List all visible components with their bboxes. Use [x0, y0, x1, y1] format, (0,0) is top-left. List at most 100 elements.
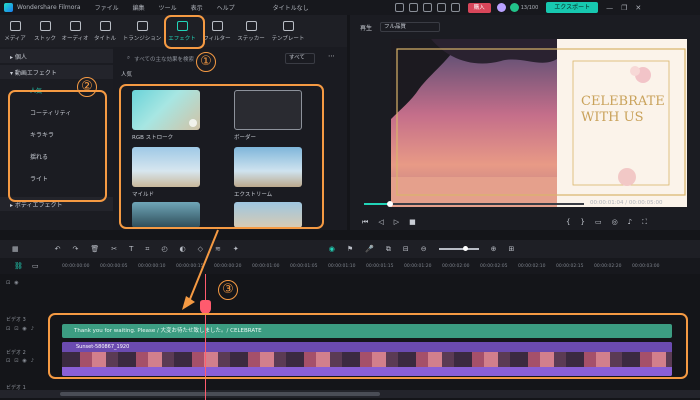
ruler-tick: 00:00:01:10: [328, 264, 356, 269]
layout-icon[interactable]: ▦: [12, 245, 19, 253]
track-audio-icon[interactable]: ♪: [31, 326, 34, 332]
fullscreen-icon[interactable]: ⛶: [642, 218, 647, 227]
credit-icon[interactable]: [509, 3, 519, 12]
avatar[interactable]: [496, 3, 506, 12]
project-title: タイトルなし: [272, 5, 309, 12]
horizontal-scrollbar[interactable]: [0, 390, 700, 398]
preview-frame-svg: CELEBRATE WITH US: [391, 39, 687, 207]
snap-icon[interactable]: ⧉: [386, 245, 391, 254]
canvas-text-with-us: WITH US: [581, 110, 644, 125]
ai-icon[interactable]: ✦: [233, 245, 239, 253]
menu-help[interactable]: ヘルプ: [217, 3, 235, 12]
text-icon[interactable]: T: [129, 245, 133, 253]
timeline-ruler[interactable]: ⛓ ▭ 00:00:00:00 00:00:00:05 00:00:00:10 …: [0, 258, 700, 274]
duration-time: 00:00:05:00: [628, 200, 663, 206]
render-icon[interactable]: ◉: [329, 245, 335, 253]
monitor-icon[interactable]: [422, 3, 432, 12]
track-eye-icon[interactable]: ◉: [14, 280, 18, 286]
ruler-tick: 00:00:01:15: [366, 264, 394, 269]
display-icon[interactable]: ▭: [595, 218, 602, 227]
tab-stock[interactable]: ストック: [30, 15, 60, 47]
preview-scrubber[interactable]: [364, 201, 584, 207]
preview-canvas[interactable]: CELEBRATE WITH US: [391, 39, 687, 207]
close-icon[interactable]: ✕: [635, 4, 641, 12]
category-video-effects[interactable]: ▾ 動画エフェクト: [0, 65, 113, 79]
playback-controls: ⏮ ◁ ▷ ■: [362, 218, 416, 227]
track-lock-icon[interactable]: ⊡: [6, 280, 10, 286]
zoom-handle[interactable]: [462, 246, 468, 251]
menu-file[interactable]: ファイル: [95, 3, 119, 12]
zoom-slider[interactable]: [438, 246, 479, 251]
audio-icon[interactable]: ♪: [628, 218, 632, 227]
ruler-tick: 00:00:00:00: [62, 264, 90, 269]
grid-icon[interactable]: ⊞: [508, 245, 514, 253]
stop-icon[interactable]: ■: [409, 218, 416, 227]
more-icon[interactable]: ⋯: [328, 52, 335, 60]
undo-icon[interactable]: ↶: [55, 245, 61, 253]
speaker-icon[interactable]: [394, 3, 404, 12]
tab-audio[interactable]: オーディオ: [60, 15, 90, 47]
track-manage-icon[interactable]: ▭: [32, 262, 39, 270]
timecode: 00:00:01:04 / 00:00:05:00: [590, 200, 663, 206]
audio-icon: [69, 20, 81, 31]
track-label: ビデオ 3: [6, 317, 26, 323]
voice-icon[interactable]: 🎤: [365, 245, 374, 253]
search-input[interactable]: すべての主な効果を検索: [134, 55, 194, 63]
track-add-icon[interactable]: ⊡: [6, 358, 10, 364]
mark-in-icon[interactable]: {: [566, 218, 570, 227]
tab-filters[interactable]: フィルター: [200, 15, 234, 47]
scrollbar-thumb[interactable]: [60, 392, 380, 396]
menu-view[interactable]: 表示: [191, 3, 203, 12]
tab-media[interactable]: メディア: [0, 15, 30, 47]
play-icon[interactable]: ▷: [394, 218, 399, 227]
cut-icon[interactable]: ✂: [111, 245, 117, 253]
delete-icon[interactable]: 🗑: [90, 245, 99, 253]
zoom-in-icon[interactable]: ⊕: [491, 245, 497, 253]
title-icon: [99, 20, 111, 31]
track-add-icon[interactable]: ⊡: [6, 326, 10, 332]
tab-templates[interactable]: テンプレート: [268, 15, 308, 47]
drag-arrow-svg: [182, 229, 219, 310]
zoom-out-icon[interactable]: ⊖: [421, 245, 427, 253]
maximize-icon[interactable]: ❐: [621, 4, 627, 12]
tab-titles[interactable]: タイトル: [90, 15, 120, 47]
track-header: ビデオ 2 ⊡ ⊡ ◉ ♪: [6, 349, 34, 364]
notification-icon[interactable]: [450, 3, 460, 12]
template-icon: [282, 20, 294, 31]
track-eye-icon[interactable]: ◉: [22, 326, 26, 332]
annotation-1: ①: [196, 52, 216, 72]
search-icon: ⌕: [127, 55, 131, 61]
ruler-tick: 00:00:02:10: [518, 264, 546, 269]
marker-icon[interactable]: ⚑: [347, 245, 353, 253]
buy-button[interactable]: 購入: [467, 2, 491, 13]
category-favorites[interactable]: ▸ 個人: [0, 49, 113, 63]
export-button[interactable]: エクスポート: [546, 2, 599, 13]
mark-out-icon[interactable]: }: [580, 218, 584, 227]
track-lock-icon[interactable]: ⊡: [14, 358, 18, 364]
crop-icon[interactable]: ⌗: [145, 245, 149, 254]
track-lock-icon[interactable]: ⊡: [14, 326, 18, 332]
snapshot-icon[interactable]: ◎: [612, 218, 618, 227]
track-eye-icon[interactable]: ◉: [22, 358, 26, 364]
redo-icon[interactable]: ↷: [73, 245, 79, 253]
ruler-tick: 00:00:01:20: [404, 264, 432, 269]
tab-transitions[interactable]: トランジション: [120, 15, 164, 47]
play-back-icon[interactable]: ◁: [378, 218, 383, 227]
ruler-tick: 00:00:02:00: [442, 264, 470, 269]
highlight-effects-tab: [164, 15, 205, 49]
prev-frame-icon[interactable]: ⏮: [362, 218, 368, 227]
split-icon[interactable]: ⊟: [403, 245, 409, 253]
menu-edit[interactable]: 編集: [133, 3, 145, 12]
minimize-icon[interactable]: —: [606, 4, 613, 12]
speed-icon[interactable]: ◴: [161, 245, 167, 253]
tab-stickers[interactable]: ステッカー: [234, 15, 268, 47]
link-icon[interactable]: ⛓: [14, 262, 23, 270]
cloud-icon[interactable]: [408, 3, 418, 12]
quality-select[interactable]: フル品質: [380, 22, 441, 32]
menu-tools[interactable]: ツール: [159, 3, 177, 12]
folder-icon[interactable]: [436, 3, 446, 12]
track-audio-icon[interactable]: ♪: [31, 358, 34, 364]
sticker-icon: [245, 20, 257, 31]
sort-select[interactable]: すべて: [285, 53, 315, 64]
canvas-text-celebrate: CELEBRATE: [581, 94, 665, 109]
